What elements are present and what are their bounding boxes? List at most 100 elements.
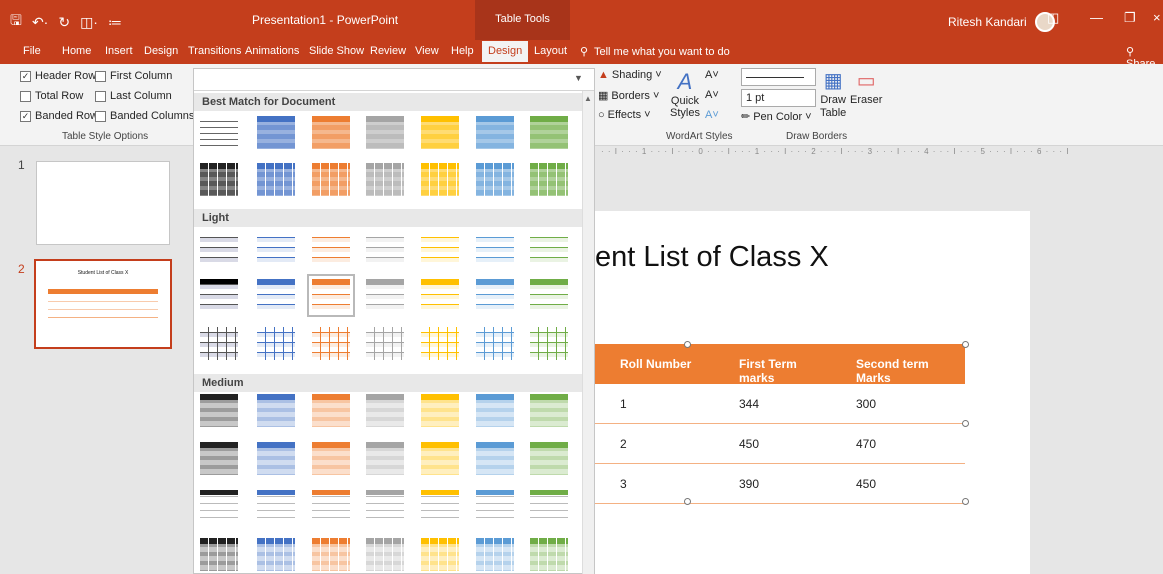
table-style-thumbnail[interactable] <box>200 116 238 149</box>
draw-table-button[interactable]: ▦ Draw Table <box>820 68 846 119</box>
minimize-icon[interactable]: — <box>1090 10 1103 25</box>
table-style-thumbnail[interactable] <box>476 327 514 360</box>
resize-handle[interactable] <box>962 420 969 427</box>
table-style-thumbnail[interactable] <box>257 538 295 571</box>
header-row-checkbox[interactable]: ✓ Header Row <box>20 70 96 82</box>
table-style-thumbnail[interactable] <box>257 442 295 475</box>
chevron-down-icon[interactable]: ▼ <box>574 73 583 83</box>
table-style-thumbnail[interactable] <box>476 394 514 427</box>
quick-styles-button[interactable]: A Quick Styles <box>670 69 700 119</box>
table-style-thumbnail[interactable] <box>421 279 459 312</box>
table-style-thumbnail[interactable] <box>366 490 404 523</box>
table-style-thumbnail[interactable] <box>476 163 514 196</box>
text-effects-icon[interactable]: A˅ <box>705 109 719 121</box>
table-style-thumbnail[interactable] <box>200 232 238 265</box>
banded-rows-checkbox[interactable]: ✓ Banded Rows <box>20 110 104 122</box>
table-style-thumbnail[interactable] <box>257 232 295 265</box>
table-style-thumbnail[interactable] <box>421 442 459 475</box>
shading-button[interactable]: ▲ Shading ˅ <box>598 69 662 81</box>
table-style-thumbnail[interactable] <box>530 163 568 196</box>
slide-canvas[interactable]: ent List of Class X Roll Number First Te… <box>595 211 1030 574</box>
resize-handle[interactable] <box>684 341 691 348</box>
table-style-thumbnail[interactable] <box>366 232 404 265</box>
user-account[interactable]: Ritesh Kandari <box>948 12 1055 32</box>
pen-weight-select[interactable]: 1 pt <box>741 89 816 107</box>
table-style-thumbnail[interactable] <box>421 163 459 196</box>
restore-icon[interactable]: ❐ <box>1124 10 1136 26</box>
table-style-thumbnail[interactable] <box>312 394 350 427</box>
tab-insert[interactable]: Insert <box>105 45 133 57</box>
table-style-thumbnail[interactable] <box>530 538 568 571</box>
pen-color-button[interactable]: ✏ Pen Color ˅ <box>741 110 812 124</box>
table-style-thumbnail[interactable] <box>312 327 350 360</box>
resize-handle[interactable] <box>684 498 691 505</box>
tab-review[interactable]: Review <box>370 45 406 57</box>
table-style-thumbnail[interactable] <box>257 279 295 312</box>
tab-transitions[interactable]: Transitions <box>188 45 241 57</box>
tell-me-box[interactable]: ⚲ Tell me what you want to do <box>580 45 730 58</box>
table-style-thumbnail[interactable] <box>200 538 238 571</box>
redo-icon[interactable]: ↻ <box>58 14 70 31</box>
table-style-thumbnail[interactable] <box>366 442 404 475</box>
table-style-thumbnail[interactable] <box>200 327 238 360</box>
table-style-thumbnail[interactable] <box>307 274 355 317</box>
header-cell-roll-number[interactable]: Roll Number <box>595 344 714 384</box>
table-style-thumbnail[interactable] <box>530 116 568 149</box>
table-cell[interactable]: 390 <box>714 464 831 503</box>
close-icon[interactable]: × <box>1153 10 1161 25</box>
table-style-thumbnail[interactable] <box>421 490 459 523</box>
table-style-thumbnail[interactable] <box>421 327 459 360</box>
tab-home[interactable]: Home <box>62 45 91 57</box>
pen-style-select[interactable] <box>741 68 816 86</box>
table-style-thumbnail[interactable] <box>312 232 350 265</box>
header-cell-first-term[interactable]: First Term marks <box>714 344 831 385</box>
table-style-thumbnail[interactable] <box>530 327 568 360</box>
table-style-thumbnail[interactable] <box>257 394 295 427</box>
table-style-thumbnail[interactable] <box>312 490 350 523</box>
table-cell[interactable]: 300 <box>831 384 965 423</box>
table-style-thumbnail[interactable] <box>257 116 295 149</box>
table-style-thumbnail[interactable] <box>200 442 238 475</box>
table-style-thumbnail[interactable] <box>200 163 238 196</box>
table-cell[interactable]: 470 <box>831 424 965 463</box>
banded-columns-checkbox[interactable]: Banded Columns <box>95 110 194 122</box>
table-style-thumbnail[interactable] <box>421 394 459 427</box>
table-style-thumbnail[interactable] <box>530 279 568 312</box>
table-style-thumbnail[interactable] <box>476 538 514 571</box>
tab-file[interactable]: File <box>23 45 41 57</box>
tab-table-layout[interactable]: Layout <box>534 45 567 57</box>
text-fill-icon[interactable]: A˅ <box>705 69 719 81</box>
table-style-thumbnail[interactable] <box>257 163 295 196</box>
table-style-thumbnail[interactable] <box>366 538 404 571</box>
total-row-checkbox[interactable]: Total Row <box>20 90 83 102</box>
student-table[interactable]: Roll Number First Term marks Second term… <box>595 344 965 504</box>
gallery-scrollbar[interactable]: ▲ <box>582 91 594 574</box>
table-cell[interactable]: 450 <box>831 464 965 503</box>
first-column-checkbox[interactable]: First Column <box>95 70 172 82</box>
table-style-thumbnail[interactable] <box>312 163 350 196</box>
slide-thumbnail-2[interactable]: Student List of Class X <box>34 259 172 349</box>
customize-qat-icon[interactable]: ≔ <box>108 14 122 31</box>
table-cell[interactable]: 2 <box>595 424 714 463</box>
table-cell[interactable]: 3 <box>595 464 714 503</box>
table-style-thumbnail[interactable] <box>530 490 568 523</box>
tab-animations[interactable]: Animations <box>245 45 299 57</box>
table-style-thumbnail[interactable] <box>530 394 568 427</box>
table-style-thumbnail[interactable] <box>366 163 404 196</box>
table-style-thumbnail[interactable] <box>366 394 404 427</box>
start-from-beginning-icon[interactable]: ◫· <box>80 14 98 31</box>
effects-button[interactable]: ○ Effects ˅ <box>598 109 651 121</box>
save-icon[interactable]: 🖫 <box>10 10 22 34</box>
table-style-thumbnail[interactable] <box>312 442 350 475</box>
borders-button[interactable]: ▦ Borders ˅ <box>598 89 659 103</box>
scroll-up-icon[interactable]: ▲ <box>584 94 592 103</box>
table-style-thumbnail[interactable] <box>257 327 295 360</box>
table-style-thumbnail[interactable] <box>200 279 238 312</box>
resize-handle[interactable] <box>962 498 969 505</box>
table-cell[interactable]: 450 <box>714 424 831 463</box>
table-style-thumbnail[interactable] <box>421 232 459 265</box>
table-style-thumbnail[interactable] <box>312 116 350 149</box>
tab-table-design[interactable]: Design <box>482 41 529 62</box>
table-style-thumbnail[interactable] <box>257 490 295 523</box>
table-style-thumbnail[interactable] <box>476 490 514 523</box>
